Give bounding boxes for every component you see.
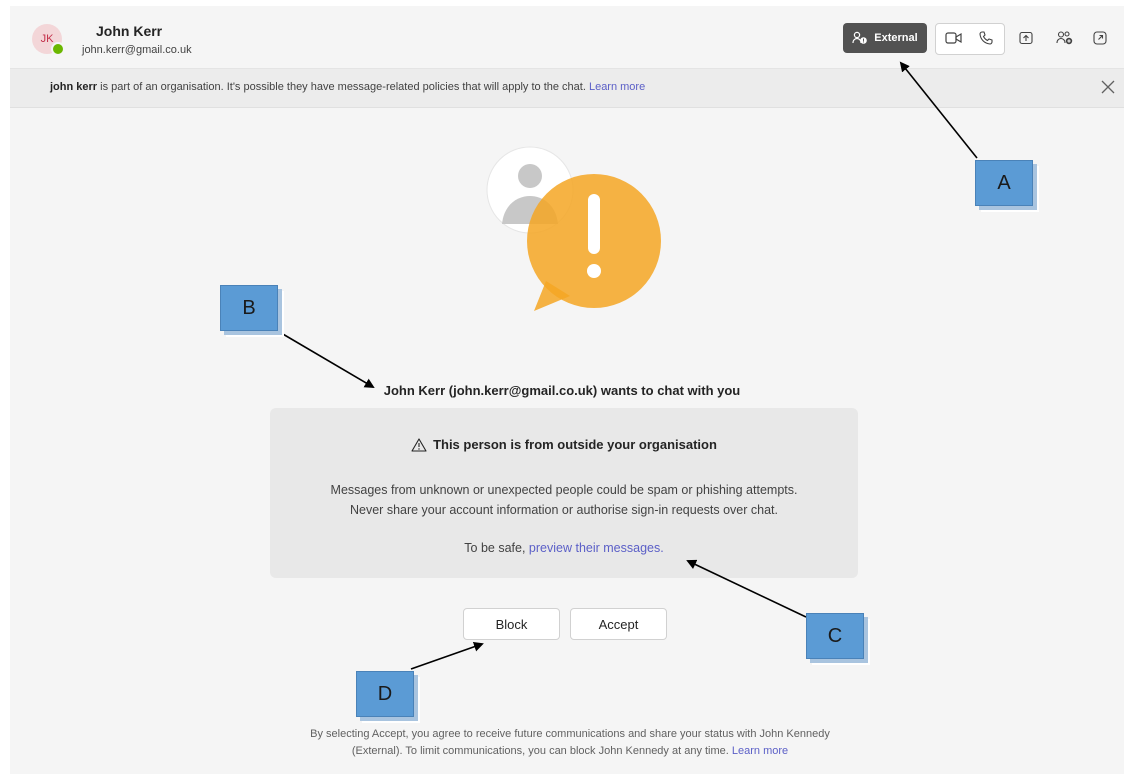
- contact-email: john.kerr@gmail.co.uk: [82, 44, 192, 56]
- audio-call-button[interactable]: [971, 23, 1001, 53]
- callout-d: D: [356, 671, 414, 717]
- warning-body: Messages from unknown or unexpected peop…: [270, 480, 858, 520]
- chat-header: JK John Kerr john.kerr@gmail.co.uk Exter…: [10, 6, 1124, 69]
- external-warning-card: This person is from outside your organis…: [270, 408, 858, 578]
- add-people-button[interactable]: [1050, 23, 1080, 53]
- presence-available-icon: [51, 42, 65, 56]
- phone-icon: [979, 31, 993, 45]
- external-policy-banner: john kerr is part of an organisation. It…: [10, 69, 1124, 108]
- share-screen-button[interactable]: [1011, 23, 1041, 53]
- banner-contact-name: john kerr: [50, 81, 98, 93]
- video-icon: [945, 32, 962, 44]
- disclaimer-line-2-text: (External). To limit communications, you…: [351, 745, 732, 757]
- banner-message: john kerr is part of an organisation. It…: [50, 81, 645, 93]
- banner-learn-more-link[interactable]: Learn more: [589, 81, 645, 93]
- preview-messages-link[interactable]: preview their messages.: [529, 541, 664, 555]
- warning-line-1: Messages from unknown or unexpected peop…: [330, 483, 798, 497]
- close-icon: [1101, 80, 1115, 94]
- chat-request-headline: John Kerr (john.kerr@gmail.co.uk) wants …: [383, 383, 741, 398]
- disclaimer-learn-more-link[interactable]: Learn more: [732, 745, 788, 757]
- callout-c: C: [806, 613, 864, 659]
- warning-title: This person is from outside your organis…: [270, 437, 858, 452]
- video-call-button[interactable]: [939, 23, 969, 53]
- disclaimer-line-2: (External). To limit communications, you…: [270, 743, 870, 760]
- popout-icon: [1093, 31, 1107, 45]
- avatar[interactable]: JK: [32, 24, 65, 56]
- disclaimer-line-1: By selecting Accept, you agree to receiv…: [310, 728, 830, 740]
- add-people-icon: [1056, 31, 1073, 45]
- contact-name[interactable]: John Kerr: [96, 23, 162, 39]
- accept-disclaimer: By selecting Accept, you agree to receiv…: [270, 726, 870, 760]
- accept-button[interactable]: Accept: [570, 608, 667, 640]
- preview-messages-line: To be safe, preview their messages.: [270, 541, 858, 555]
- warning-icon: [411, 437, 427, 452]
- external-button[interactable]: External: [843, 23, 927, 53]
- warning-line-2: Never share your account information or …: [350, 503, 778, 517]
- callout-b: B: [220, 285, 278, 331]
- avatar-initials: JK: [40, 33, 54, 45]
- block-button[interactable]: Block: [463, 608, 560, 640]
- preview-prefix: To be safe,: [464, 541, 529, 555]
- external-label: External: [874, 32, 918, 44]
- callout-a: A: [975, 160, 1033, 206]
- share-screen-icon: [1019, 31, 1033, 45]
- people-icon: [852, 31, 868, 44]
- banner-text: is part of an organisation. It's possibl…: [97, 81, 589, 93]
- warning-title-text: This person is from outside your organis…: [433, 437, 717, 452]
- banner-close-button[interactable]: [1098, 77, 1118, 97]
- popout-button[interactable]: [1085, 23, 1115, 53]
- external-warning-illustration: [486, 146, 661, 311]
